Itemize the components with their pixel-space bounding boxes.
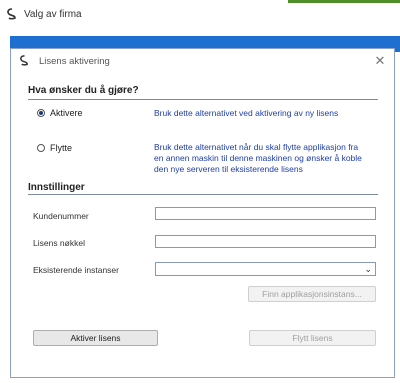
move-description-line: en annen maskin til denne maskinen og øn… <box>154 153 362 163</box>
activate-description: Bruk dette alternativet ved aktivering a… <box>154 108 339 118</box>
dialog-titlebar[interactable]: Lisens aktivering ✕ <box>11 49 394 73</box>
activate-license-button[interactable]: Aktiver lisens <box>33 330 158 346</box>
license-activation-dialog: Lisens aktivering ✕ Hva ønsker du å gjør… <box>10 48 395 378</box>
radio-button[interactable] <box>37 109 45 117</box>
dialog-title: Lisens aktivering <box>39 56 110 67</box>
divider <box>28 194 378 195</box>
outer-window-titlebar: Valg av firma <box>0 0 400 30</box>
app-logo-icon <box>20 55 28 66</box>
license-key-field[interactable] <box>155 235 376 248</box>
app-logo-icon <box>7 8 16 20</box>
customer-number-field[interactable] <box>155 207 376 220</box>
move-description-line: den nye serveren til eksisterende lisens <box>154 164 303 174</box>
settings-heading: Innstillinger <box>28 182 85 193</box>
outer-window-title: Valg av firma <box>24 9 82 20</box>
close-icon[interactable]: ✕ <box>372 53 388 69</box>
find-instances-button[interactable]: Finn applikasjonsinstans... <box>248 286 376 302</box>
existing-instances-dropdown[interactable]: ⌄ <box>155 262 376 276</box>
move-description: Bruk dette alternativet når du skal flyt… <box>154 142 362 175</box>
radio-move-label: Flytte <box>50 143 73 153</box>
move-description-line: Bruk dette alternativet når du skal flyt… <box>154 142 359 152</box>
background-window-edge <box>288 0 400 3</box>
divider <box>28 99 378 100</box>
customer-number-label: Kundenummer <box>33 211 89 221</box>
radio-move[interactable]: Flytte <box>37 143 72 153</box>
existing-instances-label: Eksisterende instanser <box>33 265 119 275</box>
radio-activate[interactable]: Aktivere <box>37 108 83 118</box>
chevron-down-icon[interactable]: ⌄ <box>364 264 372 275</box>
radio-activate-label: Aktivere <box>50 108 83 118</box>
license-key-label: Lisens nøkkel <box>33 238 85 248</box>
radio-button[interactable] <box>37 144 45 152</box>
question-heading: Hva ønsker du å gjøre? <box>28 85 139 96</box>
move-license-button[interactable]: Flytt lisens <box>249 330 376 346</box>
